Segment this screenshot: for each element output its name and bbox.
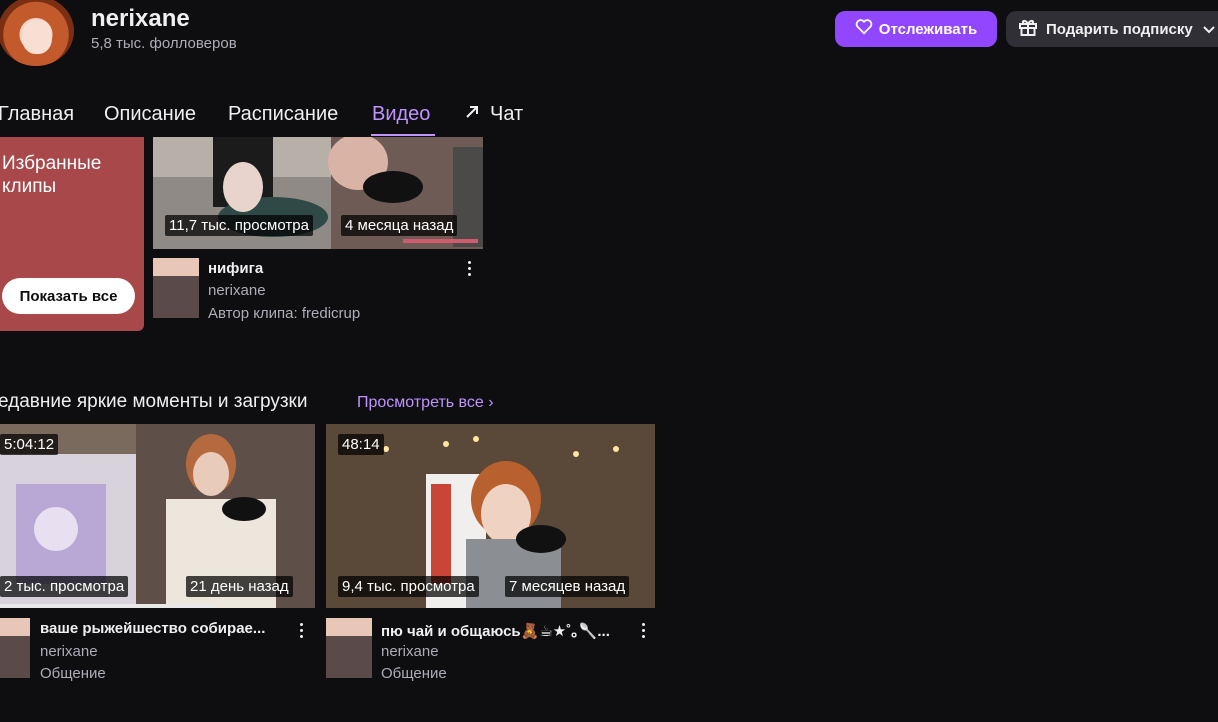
gift-button-label: Подарить подписку	[1046, 20, 1193, 38]
clip-author[interactable]: Автор клипа: fredicrup	[208, 305, 360, 322]
clip-title[interactable]: нифига	[208, 260, 263, 277]
see-all-link[interactable]: Просмотреть все ›	[357, 394, 494, 412]
tab-chat[interactable]: Чат	[464, 103, 523, 126]
external-arrow-icon	[464, 103, 480, 126]
channel-avatar[interactable]	[0, 0, 74, 66]
video-view-count: 2 тыс. просмотра	[0, 576, 129, 597]
video-channel-avatar[interactable]	[326, 618, 372, 678]
video-thumbnail[interactable]: 5:04:12 2 тыс. просмотра 21 день назад	[0, 424, 315, 608]
clip-view-count: 11,7 тыс. просмотра	[165, 215, 313, 236]
clip-thumbnail[interactable]: 11,7 тыс. просмотра 4 месяца назад	[153, 137, 483, 249]
recent-section-title: едавние яркие моменты и загрузки	[0, 391, 308, 412]
active-tab-indicator	[371, 134, 435, 136]
video-category[interactable]: Общение	[40, 665, 106, 682]
clip-progress-bar	[403, 239, 478, 243]
video-view-count: 9,4 тыс. просмотра	[338, 576, 479, 597]
tab-about[interactable]: Описание	[104, 103, 196, 126]
video-channel-name[interactable]: nerixane	[381, 643, 439, 660]
video-age: 21 день назад	[186, 576, 293, 597]
follower-count: 5,8 тыс. фолловеров	[91, 35, 237, 52]
channel-name[interactable]: nerixane	[91, 5, 190, 33]
follow-button[interactable]: Отслеживать	[835, 11, 997, 47]
clip-age: 4 месяца назад	[341, 215, 458, 236]
more-options-icon[interactable]	[292, 620, 310, 640]
video-age: 7 месяцев назад	[505, 576, 630, 597]
tab-schedule[interactable]: Расписание	[228, 103, 338, 126]
tab-chat-label: Чат	[490, 103, 524, 125]
video-duration: 48:14	[338, 434, 384, 455]
more-options-icon[interactable]	[634, 620, 652, 640]
gift-subscription-button[interactable]: Подарить подписку	[1006, 11, 1218, 47]
video-watch-progress	[0, 604, 215, 608]
video-channel-name[interactable]: nerixane	[40, 643, 98, 660]
chevron-down-icon	[1203, 21, 1215, 38]
video-title[interactable]: пю чай и общаюсь🧸☕★˚｡🥄...	[381, 620, 610, 641]
video-channel-avatar[interactable]	[0, 618, 30, 678]
follow-button-label: Отслеживать	[878, 20, 978, 38]
clip-channel-avatar[interactable]	[153, 258, 199, 318]
more-options-icon[interactable]	[460, 258, 478, 278]
tab-videos[interactable]: Видео	[372, 103, 430, 126]
video-duration: 5:04:12	[0, 434, 59, 455]
video-category[interactable]: Общение	[381, 665, 447, 682]
clip-channel-name[interactable]: nerixane	[208, 282, 266, 299]
show-all-clips-button[interactable]: Показать все	[2, 278, 135, 314]
heart-icon	[855, 19, 873, 39]
video-thumbnail[interactable]: 48:14 9,4 тыс. просмотра 7 месяцев назад	[326, 424, 655, 608]
gift-icon	[1018, 17, 1038, 41]
video-title[interactable]: ваше рыжейшество собирае...	[40, 620, 265, 637]
tab-home[interactable]: Главная	[0, 103, 74, 126]
featured-clips-title: Избранные клипы	[2, 153, 102, 197]
